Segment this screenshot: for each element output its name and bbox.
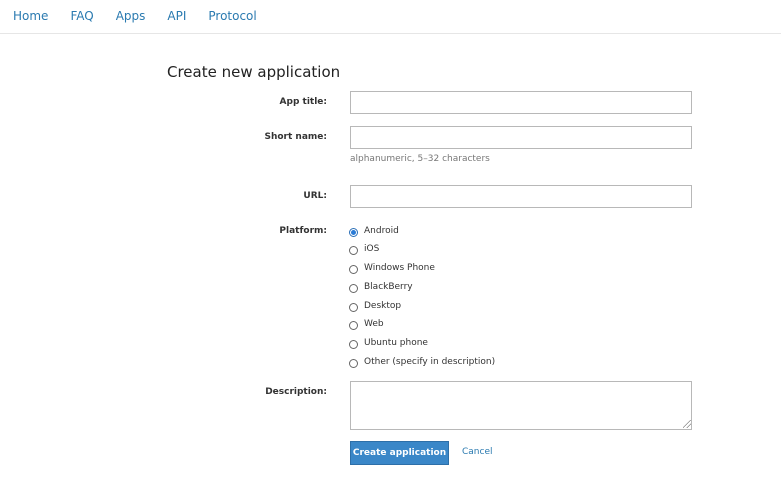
top-navigation: Home FAQ Apps API Protocol [0,0,781,34]
radio-button[interactable] [349,265,358,274]
platform-option-label: Windows Phone [364,263,435,273]
radio-button[interactable] [349,246,358,255]
short-name-input[interactable] [350,126,692,149]
platform-option-android[interactable]: Android [349,224,399,238]
radio-button-checked[interactable] [349,228,358,237]
nav-home-link[interactable]: Home [13,9,48,23]
platform-label: Platform: [279,226,327,236]
short-name-hint: alphanumeric, 5–32 characters [350,154,490,164]
platform-option-blackberry[interactable]: BlackBerry [349,280,413,294]
nav-api-link[interactable]: API [167,9,186,23]
nav-apps-link[interactable]: Apps [116,9,146,23]
platform-option-label: Ubuntu phone [364,338,428,348]
platform-option-desktop[interactable]: Desktop [349,299,401,313]
platform-option-label: BlackBerry [364,282,413,292]
platform-option-label: Other (specify in description) [364,357,496,367]
radio-button[interactable] [349,284,358,293]
nav-faq-link[interactable]: FAQ [70,9,93,23]
url-input[interactable] [350,185,692,208]
create-application-button[interactable]: Create application [350,441,449,465]
description-label: Description: [265,387,327,397]
platform-option-label: iOS [364,244,380,254]
url-label: URL: [303,191,327,201]
platform-option-windows-phone[interactable]: Windows Phone [349,261,435,275]
platform-option-ubuntu-phone[interactable]: Ubuntu phone [349,336,428,350]
radio-button[interactable] [349,340,358,349]
radio-button[interactable] [349,321,358,330]
platform-option-label: Android [364,226,399,236]
platform-option-label: Desktop [364,301,402,311]
platform-option-ios[interactable]: iOS [349,242,379,256]
platform-option-label: Web [364,319,384,329]
nav-protocol-link[interactable]: Protocol [208,9,256,23]
resize-handle-icon[interactable] [683,420,691,428]
platform-option-web[interactable]: Web [349,317,384,331]
page-title: Create new application [167,63,341,81]
app-title-label: App title: [279,97,327,107]
cancel-link[interactable]: Cancel [462,447,493,457]
short-name-label: Short name: [264,132,327,142]
platform-option-other[interactable]: Other (specify in description) [349,355,495,369]
app-title-input[interactable] [350,91,692,114]
radio-button[interactable] [349,359,358,368]
radio-button[interactable] [349,303,358,312]
description-textarea[interactable] [350,381,692,430]
